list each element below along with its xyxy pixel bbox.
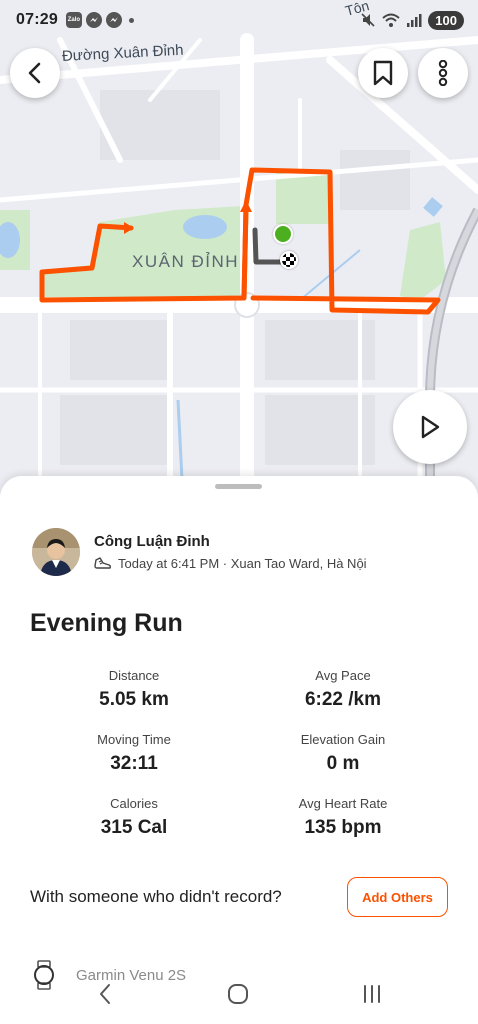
athlete-avatar[interactable] (32, 528, 80, 576)
stat-label: Distance (108, 668, 160, 683)
more-notifications-dot (128, 17, 134, 23)
activity-date-location: Today at 6:41 PM · Xuan Tao Ward, Hà Nội (118, 556, 367, 571)
activity-title: Evening Run (30, 609, 183, 637)
stat-value: 6:22 /km (304, 689, 382, 710)
zalo-notification-icon: Zalo (65, 12, 82, 28)
mute-icon (361, 13, 375, 27)
messenger-notification-icon-2 (105, 12, 122, 28)
add-others-row: With someone who didn't record? Add Othe… (30, 877, 450, 917)
start-marker (273, 224, 293, 244)
stat-label: Elevation Gain (300, 732, 386, 747)
more-vertical-icon (438, 60, 448, 86)
stat-label: Avg Heart Rate (298, 796, 388, 811)
messenger-notification-icon (85, 12, 102, 28)
status-bar: 07:29 Zalo 100 (0, 0, 478, 40)
stat-value: 0 m (326, 753, 360, 774)
stat-value: 32:11 (110, 753, 158, 774)
stat-calories: Calories 315 Cal (34, 796, 234, 839)
notification-icons: Zalo (65, 12, 134, 28)
nav-home-button[interactable] (218, 980, 258, 1008)
flyby-play-button[interactable] (393, 390, 467, 464)
nav-recents-icon (364, 985, 380, 1003)
nav-back-icon (100, 984, 110, 1004)
nav-recents-button[interactable] (352, 980, 392, 1008)
stat-value: 135 bpm (304, 817, 382, 838)
stat-label: Moving Time (97, 732, 171, 747)
signal-icon (407, 14, 422, 27)
activity-sheet: Công Luận Đinh Today at 6:41 PM · Xuan T… (0, 476, 478, 1024)
activity-meta: Today at 6:41 PM · Xuan Tao Ward, Hà Nội (94, 556, 367, 572)
chevron-left-icon (28, 62, 41, 84)
stat-avg-heart-rate: Avg Heart Rate 135 bpm (243, 796, 443, 839)
play-icon (421, 415, 440, 439)
stat-distance: Distance 5.05 km (34, 668, 234, 711)
nav-home-icon (228, 984, 248, 1004)
stat-label: Avg Pace (315, 668, 371, 683)
stat-value: 5.05 km (99, 689, 169, 710)
status-time: 07:29 (16, 11, 58, 28)
system-navigation-bar (0, 972, 478, 1024)
back-button[interactable] (10, 48, 60, 98)
more-options-button[interactable] (418, 48, 468, 98)
stat-avg-pace: Avg Pace 6:22 /km (243, 668, 443, 711)
wifi-icon (382, 13, 400, 27)
save-route-button[interactable] (358, 48, 408, 98)
add-others-button[interactable]: Add Others (347, 877, 448, 917)
system-icons: 100 (360, 10, 464, 30)
athlete-name[interactable]: Công Luận Đinh (94, 533, 367, 550)
running-shoe-icon (94, 556, 112, 569)
athlete-header[interactable]: Công Luận Đinh Today at 6:41 PM · Xuan T… (32, 528, 367, 576)
bookmark-icon (373, 60, 393, 86)
drag-handle[interactable] (215, 484, 262, 489)
stat-elevation-gain: Elevation Gain 0 m (243, 732, 443, 775)
battery-indicator: 100 (428, 10, 464, 30)
others-prompt: With someone who didn't record? (30, 887, 282, 906)
area-label: XUÂN ĐỈNH (132, 252, 240, 271)
finish-flag-icon (280, 251, 298, 269)
nav-back-button[interactable] (85, 980, 125, 1008)
stat-label: Calories (110, 796, 158, 811)
stat-moving-time: Moving Time 32:11 (34, 732, 234, 775)
stat-value: 315 Cal (100, 817, 168, 838)
